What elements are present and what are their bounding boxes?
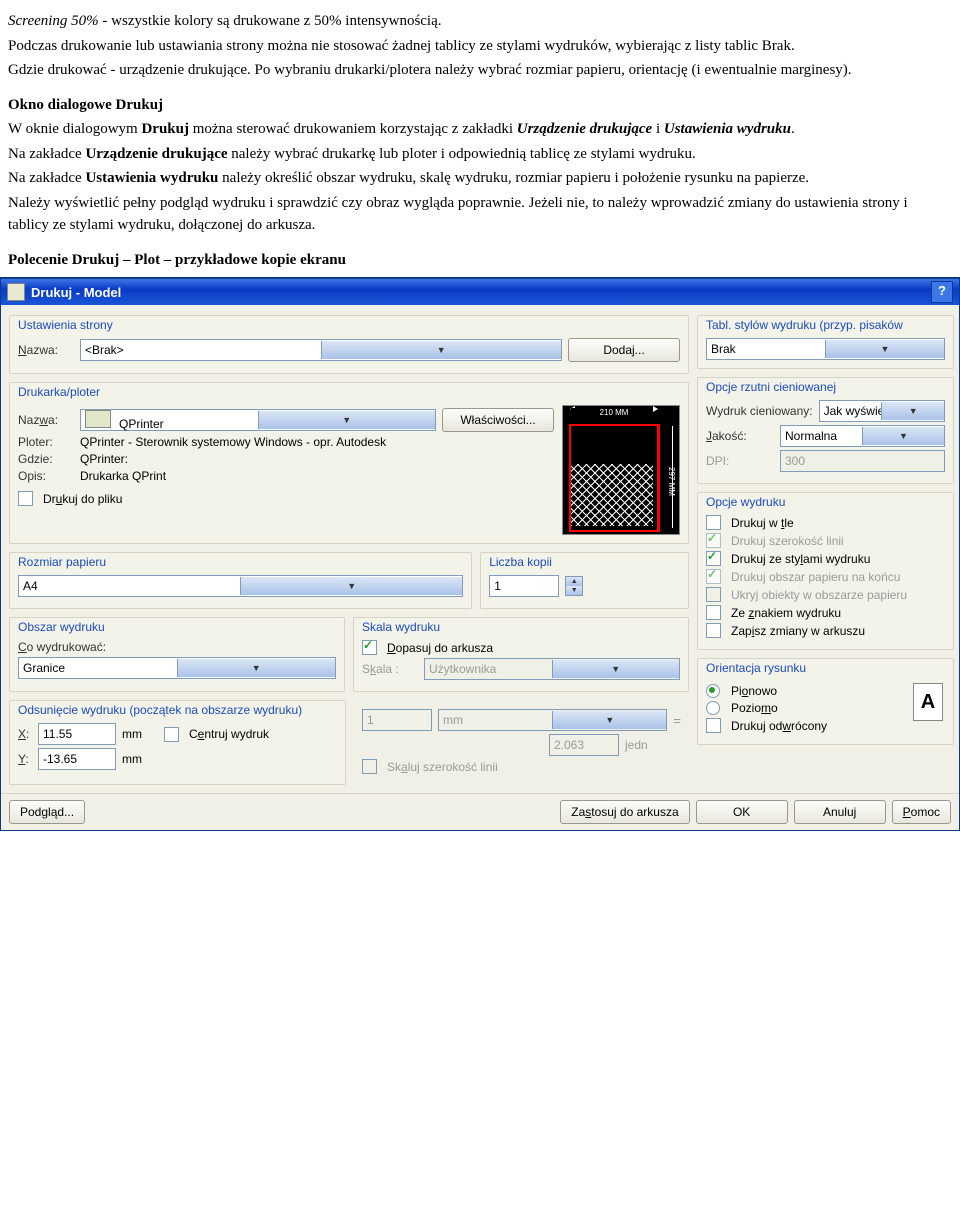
- scale-mm-input: [362, 709, 432, 731]
- heading-okno-dialogowe: Okno dialogowe Drukuj: [8, 97, 163, 113]
- plot-offset-group: Odsunięcie wydruku (początek na obszarze…: [9, 700, 346, 785]
- offset-x-input[interactable]: [38, 723, 116, 745]
- screening-text: Screening 50%: [8, 13, 99, 29]
- chevron-down-icon: ▼: [862, 427, 944, 445]
- plot-with-styles-checkbox[interactable]: [706, 551, 721, 566]
- plot-style-table-group: Tabl. stylów wydruku (przyp. pisaków Bra…: [697, 315, 954, 369]
- plot-options-group: Opcje wydruku Drukuj w tle Drukuj szerok…: [697, 492, 954, 650]
- properties-button[interactable]: Właściwości...: [442, 408, 554, 432]
- paper-preview: 210 MM 297 MM: [562, 405, 680, 535]
- chevron-down-icon: ▼: [552, 711, 666, 729]
- printer-plotter-group: Drukarka/ploter Nazwa: QPrinter▼ Właściw…: [9, 382, 689, 544]
- shaded-viewport-group: Opcje rzutni cieniowanej Wydruk cieniowa…: [697, 377, 954, 484]
- chevron-down-icon: ▼: [258, 411, 436, 429]
- plot-paperspace-last-checkbox: [706, 569, 721, 584]
- scale-units-group: mm▼ = jedn Skaluj szerokość linii: [354, 700, 689, 785]
- cancel-button[interactable]: Anuluj: [794, 800, 886, 824]
- copies-spinner[interactable]: ▲▼: [565, 576, 583, 596]
- scale-combo: Użytkownika▼: [424, 658, 680, 680]
- scale-units-input: [549, 734, 619, 756]
- page-setup-group: Ustawienia strony Nazwa: <Brak>▼ Dodaj..…: [9, 315, 689, 374]
- landscape-radio[interactable]: [706, 701, 720, 715]
- titlebar[interactable]: Drukuj - Model ?: [1, 279, 959, 305]
- preview-button[interactable]: Podgląd...: [9, 800, 85, 824]
- chevron-down-icon: ▼: [177, 659, 336, 677]
- dpi-input: [780, 450, 945, 472]
- heading-polecenie: Polecenie Drukuj – Plot – przykładowe ko…: [8, 252, 346, 268]
- plot-stamp-checkbox[interactable]: [706, 605, 721, 620]
- ok-button[interactable]: OK: [696, 800, 788, 824]
- save-changes-checkbox[interactable]: [706, 623, 721, 638]
- print-to-file-checkbox[interactable]: [18, 491, 33, 506]
- page-setup-name-combo[interactable]: <Brak>▼: [80, 339, 562, 361]
- app-icon: [7, 283, 25, 301]
- offset-y-input[interactable]: [38, 748, 116, 770]
- shade-plot-combo[interactable]: Jak wyświetlono▼: [819, 400, 945, 422]
- orientation-icon: A: [913, 683, 943, 721]
- scale-unit-combo: mm▼: [438, 709, 667, 731]
- printer-icon: [85, 410, 111, 428]
- plot-area-group: Obszar wydruku Co wydrukować: Granice▼: [9, 617, 345, 692]
- plot-style-combo[interactable]: Brak▼: [706, 338, 945, 360]
- scale-lineweights-checkbox: [362, 759, 377, 774]
- orientation-group: Orientacja rysunku Pionowo Poziomo Druku…: [697, 658, 954, 745]
- copies-group: Liczba kopii ▲▼: [480, 552, 689, 609]
- chevron-down-icon: ▼: [881, 402, 944, 420]
- plot-scale-group: Skala wydruku Dopasuj do arkusza Skala :…: [353, 617, 689, 692]
- help-button[interactable]: Pomoc: [892, 800, 951, 824]
- plot-background-checkbox[interactable]: [706, 515, 721, 530]
- add-button[interactable]: Dodaj...: [568, 338, 680, 362]
- print-dialog: Drukuj - Model ? Ustawienia strony Nazwa…: [0, 277, 960, 831]
- upside-down-checkbox[interactable]: [706, 718, 721, 733]
- copies-input[interactable]: [489, 575, 559, 597]
- apply-to-layout-button[interactable]: Zastosuj do arkusza: [560, 800, 689, 824]
- chevron-down-icon: ▼: [552, 660, 680, 678]
- paper-size-group: Rozmiar papieru A4▼: [9, 552, 472, 609]
- fit-to-paper-checkbox[interactable]: [362, 640, 377, 655]
- chevron-down-icon: ▼: [825, 340, 944, 358]
- printer-name-combo[interactable]: QPrinter▼: [80, 409, 436, 431]
- portrait-radio[interactable]: [706, 684, 720, 698]
- center-plot-checkbox[interactable]: [164, 727, 179, 742]
- hide-paperspace-checkbox: [706, 587, 721, 602]
- chevron-down-icon: ▼: [321, 341, 562, 359]
- paper-size-combo[interactable]: A4▼: [18, 575, 463, 597]
- dialog-title: Drukuj - Model: [31, 285, 121, 300]
- chevron-down-icon: ▼: [240, 577, 462, 595]
- quality-combo[interactable]: Normalna▼: [780, 425, 945, 447]
- help-button[interactable]: ?: [931, 281, 953, 303]
- plot-lineweights-checkbox: [706, 533, 721, 548]
- plot-area-combo[interactable]: Granice▼: [18, 657, 336, 679]
